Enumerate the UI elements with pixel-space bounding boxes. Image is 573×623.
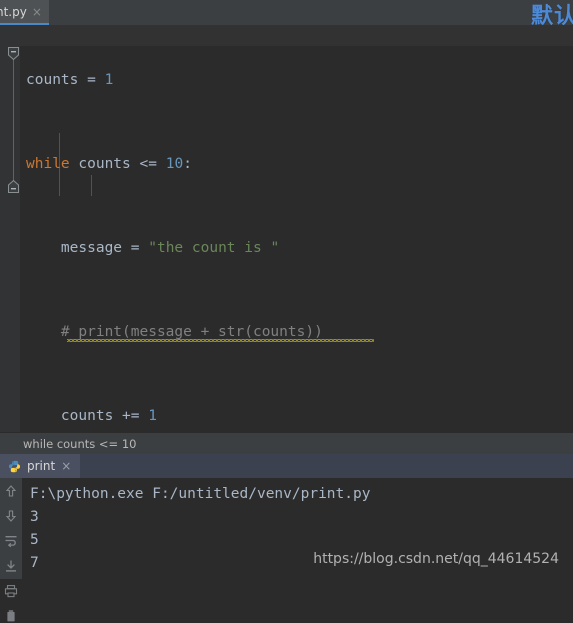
console-command: F:\python.exe F:/untitled/venv/print.py (30, 486, 371, 503)
code-line-5: counts += 1 (26, 406, 573, 427)
fold-region-line (13, 47, 14, 189)
code-token-ident: counts (26, 72, 79, 88)
code-line-2: while counts <= 10: (26, 154, 573, 175)
code-line-4: # print(message + str(counts)) (26, 322, 573, 343)
run-toolbar (0, 478, 22, 622)
print-icon[interactable] (4, 584, 18, 598)
code-token-keyword: while (26, 156, 70, 172)
code-line-3: message = "the count is " (26, 238, 573, 259)
fold-collapse-icon[interactable] (8, 47, 19, 60)
fold-expand-icon[interactable] (8, 180, 19, 193)
code-token-ident: message (60, 240, 123, 256)
editor-tab-label: nt.py (0, 4, 27, 19)
weak-warning-underline (67, 339, 374, 342)
run-tab-bar: print × (0, 454, 573, 479)
code-token-number: 1 (104, 72, 114, 88)
code-editor[interactable]: counts = 1 while counts <= 10: message =… (20, 25, 573, 433)
watermark: https://blog.csdn.net/qq_44614524 (313, 551, 559, 567)
editor-gutter[interactable] (0, 25, 20, 433)
run-tab-label: print (27, 459, 56, 474)
run-tab-print[interactable]: print × (0, 454, 81, 479)
code-token-colon: : (183, 156, 192, 172)
console-output-line: 9 (30, 575, 573, 579)
breadcrumb[interactable]: while counts <= 10 (0, 432, 573, 455)
editor-tab-print-py[interactable]: nt.py × (0, 0, 49, 25)
code-token-op: = (87, 72, 96, 88)
code-line-1: counts = 1 (26, 70, 573, 91)
editor-tab-bar: nt.py × 默认 (0, 0, 573, 29)
code-content[interactable]: counts = 1 while counts <= 10: message =… (20, 25, 573, 432)
breadcrumb-label: while counts <= 10 (23, 436, 137, 451)
python-icon (8, 460, 21, 473)
code-token-op: = (130, 240, 140, 256)
console-output-line: 3 (30, 509, 39, 526)
soft-wrap-icon[interactable] (4, 534, 18, 548)
pycharm-window: nt.py × 默认 (0, 0, 573, 622)
code-token-ident: counts (78, 156, 131, 172)
code-token-ident: counts (60, 408, 114, 424)
clear-all-icon[interactable] (4, 609, 18, 623)
arrow-down-icon[interactable] (4, 509, 18, 523)
console-output-line: 5 (30, 532, 39, 549)
code-token-number: 1 (148, 408, 157, 424)
code-token-string: "the count is " (148, 240, 280, 256)
code-token-op: <= (139, 156, 157, 172)
editor-area: counts = 1 while counts <= 10: message =… (0, 25, 573, 433)
arrow-up-icon[interactable] (4, 484, 18, 498)
code-token-op: += (122, 408, 140, 424)
close-icon[interactable]: × (61, 460, 71, 472)
code-token-number: 10 (165, 156, 184, 172)
scroll-to-end-icon[interactable] (4, 559, 18, 573)
code-token-comment: # print(message + str(counts)) (60, 324, 323, 340)
close-icon[interactable]: × (32, 6, 42, 18)
